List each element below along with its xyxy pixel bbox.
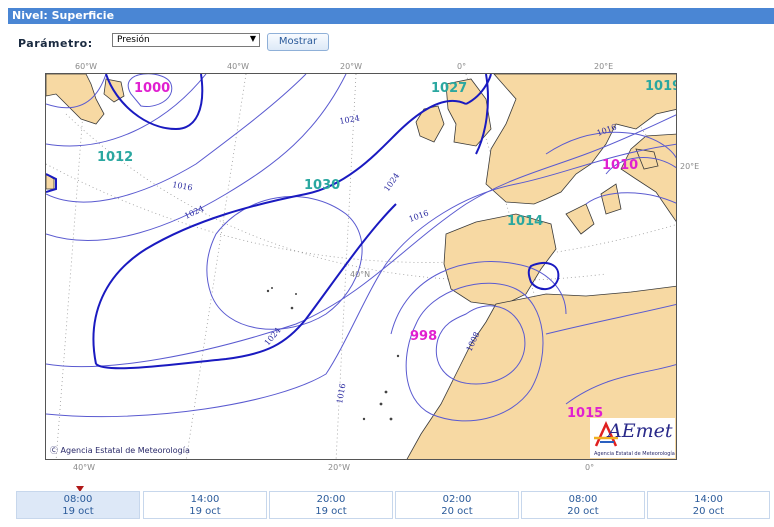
timeline-slot-date: 19 oct	[189, 506, 221, 517]
aemet-logo: AEmet Agencia Estatal de Meteorología	[590, 418, 675, 458]
lon-label-bottom: 40°W	[73, 463, 96, 472]
copyright-icon: Ⓒ	[50, 446, 58, 455]
pressure-center-high: 1019	[645, 79, 676, 94]
copyright-notice: Ⓒ Agencia Estatal de Meteorología	[50, 445, 190, 456]
parameter-select-value: Presión	[117, 35, 150, 45]
land	[46, 74, 676, 459]
timeline-slot-time: 20:00	[316, 494, 346, 505]
isobar-label: 1024	[382, 171, 401, 193]
isobar-label: 1016	[408, 208, 430, 223]
lon-label-top: 60°W	[75, 62, 98, 71]
isobar-label: 1024	[339, 114, 361, 126]
pressure-center-high: 1030	[304, 178, 341, 193]
show-button[interactable]: Mostrar	[267, 33, 329, 51]
lon-label-bottom: 20°W	[328, 463, 351, 472]
aemet-logo-subtext: Agencia Estatal de Meteorología	[594, 451, 675, 457]
lon-label-top: 40°W	[227, 62, 250, 71]
pressure-center-high: 1027	[431, 81, 468, 96]
timeline-slot[interactable]: 08:00 20 oct	[521, 491, 645, 519]
copyright-text: Agencia Estatal de Meteorología	[60, 446, 190, 455]
timeline-slot-date: 19 oct	[315, 506, 347, 517]
timeline-slot-time: 08:00	[568, 494, 598, 505]
timeline-slot-date: 20 oct	[692, 506, 725, 517]
lat-label-right: 20°E	[680, 162, 700, 171]
pressure-center-high: 1012	[97, 150, 134, 165]
timeline-slot-time: 14:00	[694, 494, 723, 505]
level-title: Nivel: Superficie	[12, 9, 115, 22]
timeline-slot-date: 19 oct	[62, 506, 94, 517]
timeline-slot[interactable]: 08:00 19 oct	[16, 491, 140, 519]
islands	[266, 287, 400, 421]
aemet-logo-text: AEmet	[608, 420, 673, 442]
parameter-label: Parámetro:	[18, 37, 93, 50]
isobar-label: 1016	[172, 180, 194, 192]
timeline-slot-time: 14:00	[190, 494, 220, 505]
pressure-center-low: 1010	[602, 158, 639, 173]
level-title-bar: Nivel: Superficie	[8, 8, 774, 24]
lat-label-inner: 40°N	[350, 270, 370, 279]
timeline-slot-date: 20 oct	[441, 506, 473, 517]
pressure-center-low: 1000	[134, 81, 171, 96]
isobar-label: 1016	[335, 383, 347, 405]
lon-label-bottom: 0°	[585, 463, 595, 472]
lon-label-top: 20°W	[340, 62, 363, 71]
parameter-select[interactable]: Presión ▼	[112, 33, 260, 47]
timeline-slot[interactable]: 14:00 19 oct	[143, 491, 267, 519]
pressure-center-low: 998	[410, 329, 438, 344]
timeline-slot-date: 20 oct	[567, 506, 599, 517]
timeline-slot[interactable]: 14:00 20 oct	[647, 491, 770, 519]
timeline: 08:00 19 oct 14:00 19 oct 20:00 19 oct 0…	[16, 491, 770, 519]
timeline-slot-time: 08:00	[63, 494, 93, 505]
timeline-slot[interactable]: 20:00 19 oct	[269, 491, 393, 519]
map-canvas: 1024 1016 1024 1016 1024 1016 1024 1008 …	[46, 74, 676, 459]
lon-label-top: 20°E	[594, 62, 614, 71]
timeline-slot[interactable]: 02:00 20 oct	[395, 491, 519, 519]
pressure-map: 1024 1016 1024 1016 1024 1016 1024 1008 …	[45, 73, 677, 460]
pressure-center-high: 1014	[507, 214, 544, 229]
lon-label-top: 0°	[457, 62, 467, 71]
timeline-slot-time: 02:00	[442, 494, 472, 505]
isobar-label: 1024	[183, 204, 205, 221]
dropdown-arrow-icon: ▼	[249, 34, 256, 43]
